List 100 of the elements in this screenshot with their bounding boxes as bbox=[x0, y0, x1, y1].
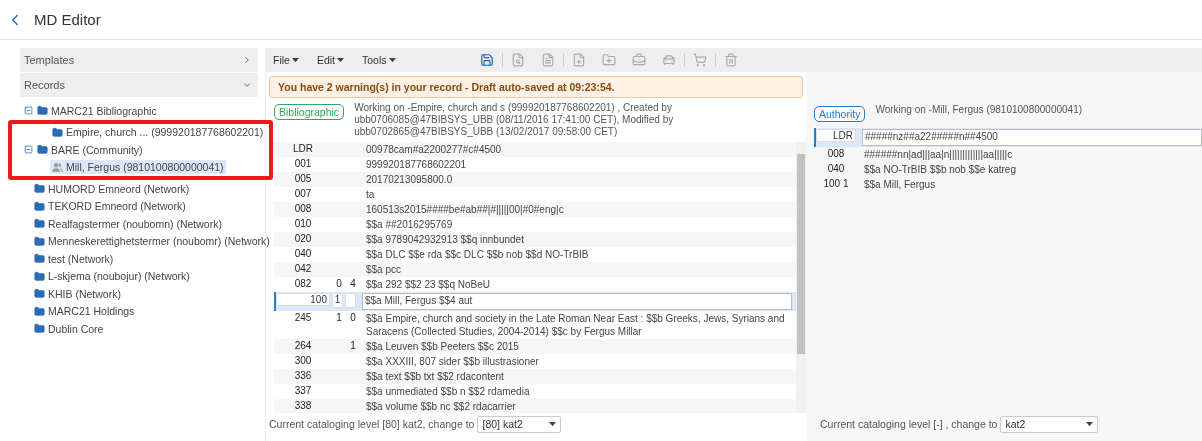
caret-icon bbox=[291, 57, 299, 63]
field-row[interactable]: 007 ta bbox=[274, 187, 796, 202]
field-row[interactable]: LDR 00978cam#a2200277#c#4500 bbox=[274, 142, 796, 157]
folder-icon bbox=[34, 305, 45, 317]
field-row[interactable]: 245 1 0 $$a Empire, church and society in the Late Roman Near East : $$b Greeks, Jews, Syrians and Saracens (Collected Studies, 2004-2014) $$c by Fergus Millar bbox=[274, 311, 796, 339]
field-value: 160513s2015####be#ab##|#|||||00|#0#eng|c bbox=[365, 203, 565, 216]
field-value: 00978cam#a2200277#c#4500 bbox=[365, 143, 503, 156]
field-tag: 040 bbox=[274, 248, 332, 259]
save-icon bbox=[479, 53, 494, 67]
tag-field[interactable]: LDR bbox=[816, 129, 856, 142]
field-row[interactable]: 008 160513s2015####be#ab##|#|||||00|#0#eng|c bbox=[274, 202, 796, 217]
indicator: 1 bbox=[335, 312, 343, 323]
level-select[interactable]: [80] kat2 bbox=[477, 415, 562, 433]
field-row[interactable]: 010 $$a ##2016295769 bbox=[274, 217, 796, 232]
menu-button[interactable]: Edit bbox=[314, 54, 346, 66]
field-value: $$a Empire, church and society in the Late Roman Near East : $$b Greeks, Jews, Syrians and Saracens (Collected Studies, 2004-2014) $$c by Fergus Millar bbox=[365, 312, 786, 338]
tree-item[interactable]: HUMORD Emneord (Network) bbox=[32, 181, 192, 196]
folder-icon bbox=[34, 183, 45, 195]
tree-item[interactable]: Empire, church ... (999920187768602201) bbox=[50, 125, 266, 140]
field-value: $$a unmediated $$b n $$2 rdamedia bbox=[365, 385, 531, 398]
field-tag: 337 bbox=[274, 385, 332, 396]
record-info: Working on -Empire, church and s (999920187768602201) , Created by ubb0706085@47BIBSYS_UBB (08/11/2016 17:41:00 CET), Modified by ubb0702865@47BIBSYS_UBB (13/02/2017 09:58:00 CET) bbox=[354, 102, 675, 138]
caret-icon bbox=[337, 57, 344, 63]
indicator-field[interactable] bbox=[345, 293, 356, 308]
indicator-field[interactable]: 1 bbox=[332, 293, 343, 308]
caret-icon bbox=[1086, 421, 1094, 427]
tree-item[interactable]: L-skjema (noubojur) (Network) bbox=[32, 269, 192, 284]
field-row[interactable]: 042 $$a pcc bbox=[274, 262, 796, 277]
folder-icon bbox=[37, 144, 48, 156]
collapse-icon[interactable] bbox=[24, 106, 33, 116]
field-value: $$a XXXIII, 807 sider $$b illustrasioner bbox=[365, 355, 540, 368]
field-row[interactable]: 082 0 4 $$a 292 $$2 23 $$q NoBeU bbox=[274, 277, 796, 292]
field-value: 999920187768602201 bbox=[365, 158, 468, 171]
warning-banner: You have 2 warning(s) in your record - Draft auto-saved at 09:23:54. bbox=[269, 76, 803, 98]
collapse-icon[interactable] bbox=[24, 145, 33, 155]
tree-item[interactable]: MARC21 Bibliographic bbox=[35, 103, 159, 118]
field-row[interactable]: 020 $$a 9789042932913 $$q innbundet bbox=[274, 232, 796, 247]
field-tag: 010 bbox=[274, 218, 332, 229]
tree-item[interactable]: Realfagstermer (noubomn) (Network) bbox=[32, 216, 224, 231]
field-row[interactable]: 337 $$a unmediated $$b n $$2 rdamedia bbox=[274, 384, 796, 399]
field-value: $$a NO-TrBIB $$b nob $$e katreg bbox=[863, 163, 1017, 176]
section-header[interactable]: Templates bbox=[20, 48, 258, 73]
field-value: ta bbox=[365, 188, 376, 201]
field-value: $$a ##2016295769 bbox=[365, 218, 454, 231]
folder-icon bbox=[37, 105, 48, 117]
record-info: Working on -Mill, Fergus (9810100800000041) bbox=[875, 104, 1083, 116]
field-tag: 082 bbox=[274, 278, 332, 289]
menu-button[interactable]: File bbox=[271, 54, 301, 66]
tree-item[interactable]: TEKORD Emneord (Network) bbox=[32, 199, 188, 214]
field-value: 20170213095800.0 bbox=[365, 173, 454, 186]
document-icon bbox=[540, 53, 555, 67]
field-row[interactable]: 264 1 $$a Leuven $$b Peeters $$c 2015 bbox=[274, 339, 796, 354]
field-tag: 042 bbox=[274, 263, 332, 274]
field-tag: 100 1 bbox=[814, 178, 858, 189]
field-tag: LDR bbox=[274, 143, 332, 154]
field-row[interactable]: 300 $$a XXXIII, 807 sider $$b illustrasioner bbox=[274, 354, 796, 369]
briefcase-icon bbox=[631, 53, 646, 67]
tree-item[interactable]: MARC21 Holdings bbox=[32, 304, 137, 319]
field-tag: 001 bbox=[274, 158, 332, 169]
field-row[interactable]: 040 $$a DLC $$e rda $$c DLC $$b nob $$d NO-TrBIB bbox=[274, 247, 796, 262]
indicator: 4 bbox=[349, 278, 357, 289]
field-tag: 008 bbox=[274, 203, 332, 214]
field-row[interactable]: 008 ######nn|ad|||aa|n|||||||||||||aa|||||c bbox=[814, 147, 1202, 162]
folder-icon bbox=[34, 323, 45, 335]
tree-item[interactable]: Dublin Core bbox=[32, 321, 106, 336]
section-header[interactable]: Records bbox=[20, 73, 258, 98]
caret-icon bbox=[388, 57, 396, 63]
tag-field[interactable]: 100 bbox=[276, 293, 330, 306]
field-value: $$a Leuven $$b Peeters $$c 2015 bbox=[365, 340, 520, 353]
folder-icon bbox=[34, 270, 45, 282]
field-row[interactable]: 005 20170213095800.0 bbox=[274, 172, 796, 187]
tree-item[interactable]: KHIB (Network) bbox=[32, 286, 123, 301]
value-field[interactable]: $$a Mill, Fergus $$4 aut bbox=[362, 293, 792, 310]
indicator: 1 bbox=[349, 340, 357, 351]
tree-item[interactable]: Menneskerettighetstermer (noubomr) (Network) bbox=[32, 234, 272, 249]
cataloging-level-label: Current cataloging level [80] kat2, change to bbox=[269, 418, 475, 430]
tree-item[interactable]: test (Network) bbox=[32, 251, 116, 266]
caret-icon bbox=[549, 421, 557, 427]
chevron-right-icon bbox=[242, 55, 252, 65]
field-row[interactable]: 001 999920187768602201 bbox=[274, 157, 796, 172]
file-plus-icon bbox=[571, 53, 586, 67]
field-row[interactable]: LDR #####nz##a22#####n##4500 bbox=[814, 128, 1202, 147]
level-select[interactable]: kat2 bbox=[1000, 415, 1099, 433]
field-row[interactable]: 100 1 $$a Mill, Fergus $$4 aut bbox=[274, 292, 796, 311]
menu-button[interactable]: Tools bbox=[360, 54, 398, 66]
tree-item[interactable]: BARE (Community) bbox=[35, 142, 145, 157]
field-tag: 040 bbox=[814, 163, 858, 174]
scrollbar[interactable] bbox=[796, 142, 806, 413]
tree-item[interactable]: Mill, Fergus (9810100800000041) bbox=[50, 160, 226, 175]
field-tag: 008 bbox=[814, 148, 858, 159]
field-tag: 245 bbox=[274, 312, 332, 323]
field-row[interactable]: 336 $$a text $$b txt $$2 rdacontent bbox=[274, 369, 796, 384]
field-row[interactable]: 100 1 $$a Mill, Fergus bbox=[814, 177, 1202, 192]
field-value: $$a 292 $$2 23 $$q NoBeU bbox=[365, 278, 491, 291]
file-search-icon bbox=[510, 53, 525, 67]
field-row[interactable]: 338 $$a volume $$b nc $$2 rdacarrier bbox=[274, 399, 796, 413]
field-tag: 338 bbox=[274, 400, 332, 411]
value-field[interactable]: #####nz##a22#####n##4500 bbox=[862, 129, 1202, 146]
folder-icon bbox=[34, 218, 45, 230]
field-value: $$a pcc bbox=[365, 263, 403, 276]
